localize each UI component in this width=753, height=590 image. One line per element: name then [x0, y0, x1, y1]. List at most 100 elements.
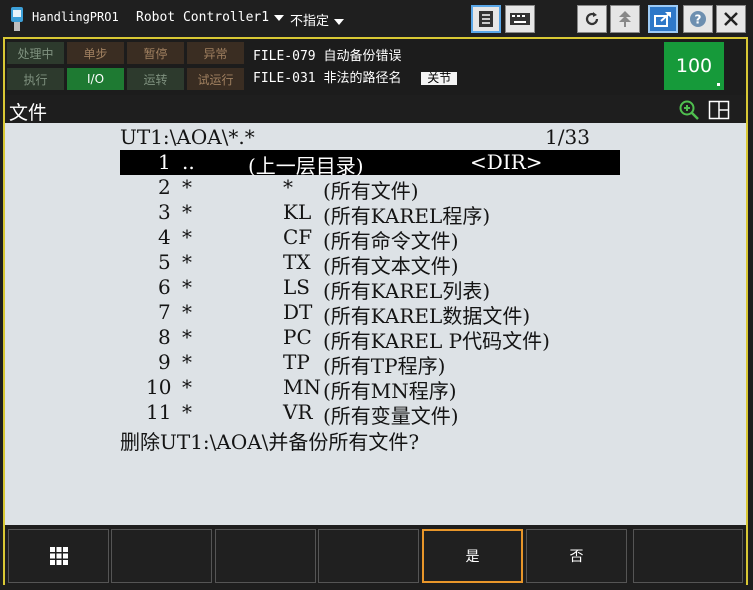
item-number: 3	[158, 200, 171, 224]
controller-label: Robot Controller1	[136, 10, 270, 25]
teach-pendant-window: HandlingPRO1 Robot Controller1 不指定 ? 处理中…	[0, 0, 753, 590]
f1-button[interactable]	[111, 529, 212, 583]
chevron-down-icon	[274, 14, 285, 21]
item-extra: <DIR>	[470, 150, 543, 174]
item-type: PC	[283, 325, 312, 349]
screen-header: 文件	[5, 96, 746, 125]
item-number: 11	[146, 400, 172, 424]
svg-text:?: ?	[695, 13, 702, 27]
program-name: HandlingPRO1	[32, 10, 119, 24]
item-pattern: *	[182, 375, 192, 399]
lamp-fault: 异常	[187, 42, 244, 64]
keyboard-button[interactable]	[505, 5, 535, 33]
alarm-text: 非法的路径名	[323, 71, 402, 86]
no-button[interactable]: 否	[526, 529, 627, 583]
list-item[interactable]: 4 * CF (所有命令文件)	[120, 225, 620, 253]
item-pattern: ..	[182, 150, 195, 174]
close-icon	[724, 12, 738, 26]
item-pattern: *	[182, 225, 192, 249]
item-type: KL	[283, 200, 312, 224]
item-number: 7	[158, 300, 171, 324]
refresh-icon	[585, 12, 599, 26]
group-label: 不指定	[290, 14, 330, 29]
alarm-message-1: FILE-079 自动备份错误	[253, 45, 401, 64]
list-item[interactable]: 11 * VR (所有变量文件)	[120, 400, 620, 428]
f6-button[interactable]	[633, 529, 743, 583]
lamp-hold: 暂停	[127, 42, 184, 64]
item-number: 6	[158, 275, 171, 299]
export-button[interactable]	[648, 5, 678, 33]
zoom-in-icon	[679, 100, 699, 120]
lamp-prod: 运转	[127, 68, 184, 90]
alarm-code: FILE-079	[253, 49, 316, 64]
item-number: 2	[158, 175, 171, 199]
list-item[interactable]: 8 * PC (所有KAREL P代码文件)	[120, 325, 620, 353]
item-pattern: *	[182, 350, 192, 374]
help-button[interactable]: ?	[683, 5, 713, 33]
lamp-io: I/O	[67, 68, 124, 90]
item-pattern: *	[182, 300, 192, 324]
lamp-busy: 处理中	[7, 42, 64, 64]
list-item[interactable]: 1 .. (上一层目录) <DIR>	[120, 150, 620, 178]
menu-button[interactable]	[8, 529, 109, 583]
list-item[interactable]: 7 * DT (所有KAREL数据文件)	[120, 300, 620, 328]
alarm-text: 自动备份错误	[323, 49, 402, 64]
alarm-message-2: FILE-031 非法的路径名 关节	[253, 67, 458, 86]
refresh-button[interactable]	[577, 5, 607, 33]
arrow-up-icon	[619, 11, 631, 27]
f2-button[interactable]	[215, 529, 316, 583]
yes-button[interactable]: 是	[422, 529, 523, 583]
split-screen-button[interactable]	[708, 100, 730, 124]
file-list-screen: UT1:\AOA\*.* 1/33 1 .. (上一层目录) <DIR> 2 *…	[5, 123, 746, 525]
lamp-step: 单步	[67, 42, 124, 64]
lamp-tstmo: 试运行	[187, 68, 244, 90]
home-position-button[interactable]	[610, 5, 640, 33]
item-type: *	[283, 175, 293, 199]
group-selector[interactable]: 不指定	[290, 10, 345, 29]
chevron-down-icon	[334, 18, 345, 25]
grid-menu-icon	[49, 547, 68, 565]
directory-path: UT1:\AOA\*.*	[120, 125, 255, 149]
item-pattern: *	[182, 175, 192, 199]
item-type: CF	[283, 225, 313, 249]
lamp-run: 执行	[7, 68, 64, 90]
list-item[interactable]: 9 * TP (所有TP程序)	[120, 350, 620, 378]
page-indicator: 1/33	[545, 125, 590, 149]
screen-layout-button[interactable]	[471, 5, 501, 33]
item-type: VR	[283, 400, 313, 424]
keyboard-icon	[510, 13, 530, 25]
override-value: 100	[675, 55, 713, 77]
list-item[interactable]: 5 * TX (所有文本文件)	[120, 250, 620, 278]
zoom-button[interactable]	[678, 99, 700, 125]
yes-label: 是	[465, 549, 480, 565]
item-number: 10	[146, 375, 172, 399]
list-item[interactable]: 3 * KL (所有KAREL程序)	[120, 200, 620, 228]
item-pattern: *	[182, 275, 192, 299]
split-screen-icon	[708, 100, 730, 120]
alarm-code: FILE-031	[253, 71, 316, 86]
list-item[interactable]: 10 * MN (所有MN程序)	[120, 375, 620, 403]
status-panel: 处理中 单步 暂停 异常 执行 I/O 运转 试运行 FILE-079 自动备份…	[5, 39, 746, 95]
item-type: DT	[283, 300, 313, 324]
item-type: TX	[283, 250, 311, 274]
item-number: 4	[158, 225, 171, 249]
item-number: 1	[158, 150, 171, 174]
item-number: 8	[158, 325, 171, 349]
item-pattern: *	[182, 200, 192, 224]
confirm-prompt: 删除UT1:\AOA\并备份所有文件?	[120, 430, 420, 454]
list-item[interactable]: 6 * LS (所有KAREL列表)	[120, 275, 620, 303]
item-pattern: *	[182, 400, 192, 424]
f3-button[interactable]	[318, 529, 419, 583]
item-pattern: *	[182, 325, 192, 349]
help-icon: ?	[690, 11, 706, 27]
export-icon	[654, 12, 671, 27]
document-icon	[479, 11, 493, 27]
speed-override[interactable]: 100	[664, 42, 724, 90]
screen-title: 文件	[9, 102, 48, 124]
close-button[interactable]	[716, 5, 746, 33]
list-item[interactable]: 2 * * (所有文件)	[120, 175, 620, 203]
item-type: TP	[283, 350, 310, 374]
item-number: 9	[158, 350, 171, 374]
controller-selector[interactable]: Robot Controller1	[136, 10, 285, 25]
item-pattern: *	[182, 250, 192, 274]
